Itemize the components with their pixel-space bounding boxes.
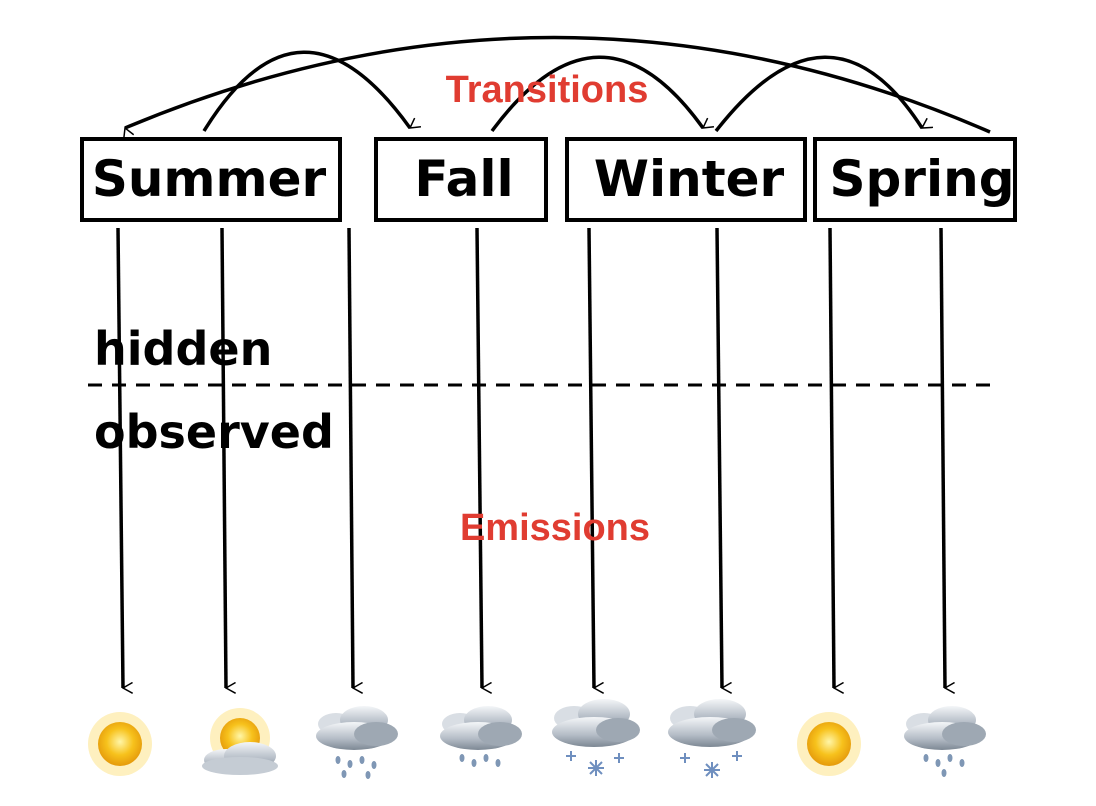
emission-arrow-5	[587, 227, 594, 688]
emission-arrow-4	[475, 227, 482, 688]
state-label-spring: Spring	[830, 150, 1015, 208]
emission-arrow-2	[220, 227, 226, 688]
rain-icon	[440, 706, 522, 767]
snow-icon	[668, 699, 756, 778]
state-spring: Spring	[813, 137, 1017, 222]
snow-icon	[552, 699, 640, 776]
state-label-fall: Fall	[414, 150, 513, 208]
emission-arrow-1	[116, 227, 123, 688]
rain-icon	[904, 706, 986, 777]
state-label-summer: Summer	[92, 150, 327, 208]
transitions-label: Transitions	[446, 69, 649, 111]
hmm-diagram: Transitions Summer Fall Winter Spring hi…	[80, 35, 1017, 779]
emissions-label: Emissions	[460, 507, 650, 549]
state-label-winter: Winter	[594, 150, 785, 208]
transition-arc-summer-to-fall	[202, 50, 410, 132]
observed-label: observed	[94, 405, 334, 459]
state-winter: Winter	[565, 137, 807, 222]
sunny-icon	[88, 712, 152, 776]
partly-sunny-icon	[202, 708, 278, 775]
emission-arrow-6	[715, 227, 722, 688]
emission-arrow-8	[939, 227, 945, 688]
state-summer: Summer	[80, 137, 342, 222]
rain-icon	[316, 706, 398, 779]
sunny-icon	[797, 712, 861, 776]
emission-arrow-7	[828, 227, 834, 688]
state-fall: Fall	[374, 137, 548, 222]
emission-arrow-3	[347, 227, 353, 688]
